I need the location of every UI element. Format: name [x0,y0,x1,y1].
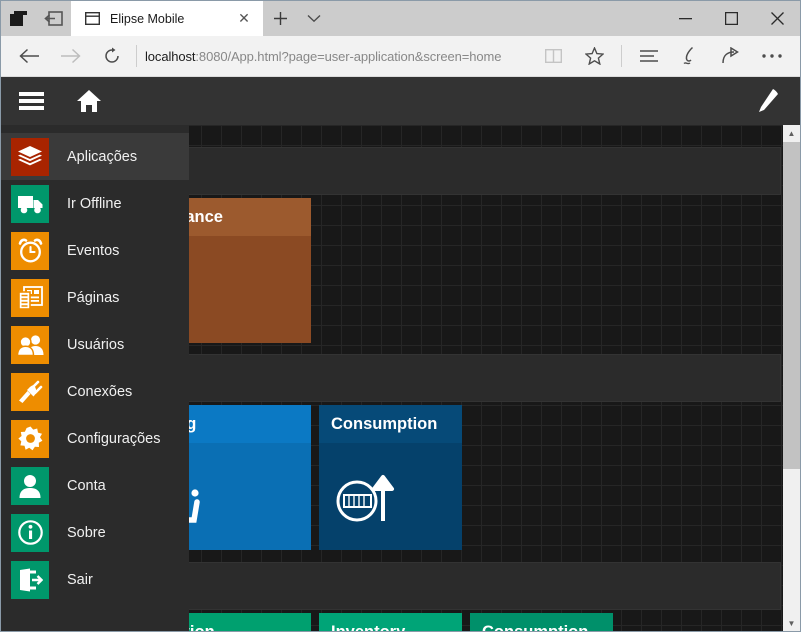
tile-header: Consumption [470,613,613,632]
scrollbar-thumb[interactable] [783,142,800,469]
tile-header: Inventory [319,613,462,632]
reading-view-icon[interactable] [533,36,574,77]
home-icon[interactable] [67,77,111,125]
tab-title: Elipse Mobile [110,11,185,26]
maximize-button[interactable] [708,1,754,36]
tile-title: Inventory [331,622,406,632]
star-icon[interactable] [574,36,615,77]
sidebar-item-configuracoes[interactable]: Configurações [1,415,189,462]
tile-title: Consumption [331,414,438,433]
url-host: localhost [145,48,196,64]
meter-arrow-up-icon [333,469,399,525]
tile-header: Consumption [319,405,462,443]
tile-consumption-green[interactable]: Consumption [470,613,613,632]
scrollbar-up-arrow[interactable]: ▲ [783,125,800,142]
tab-preview-icon[interactable] [1,1,36,36]
scrollbar-down-arrow[interactable]: ▼ [783,615,800,631]
logout-icon [11,560,49,599]
sidebar-item-ir-offline[interactable]: Ir Offline [1,180,189,227]
sidebar-item-eventos[interactable]: Eventos [1,227,189,274]
title-bar-drag-region [331,1,662,36]
sidebar-item-label: Sobre [67,524,106,541]
sidebar-item-label: Sair [67,571,93,588]
close-button[interactable] [754,1,800,36]
share-icon[interactable] [710,36,751,77]
sidebar-item-aplicacoes[interactable]: Aplicações [1,133,189,180]
url-text: localhost:8080/App.html?page=user-applic… [145,49,501,64]
truck-icon [11,184,49,223]
account-person-icon [11,466,49,505]
minimize-button[interactable] [662,1,708,36]
nav-actions [533,36,792,77]
vertical-scrollbar[interactable]: ▲ ▼ [783,125,800,631]
hub-icon[interactable] [628,36,669,77]
sidebar-item-usuarios[interactable]: Usuários [1,321,189,368]
hamburger-menu-icon[interactable] [9,77,53,125]
plug-icon [11,372,49,411]
chevron-down-icon[interactable] [297,1,331,36]
sidebar-item-label: Ir Offline [67,195,122,212]
sidebar-item-paginas[interactable]: Páginas [1,274,189,321]
sidebar-item-conexoes[interactable]: Conexões [1,368,189,415]
app-side-menu: Aplicações Ir Offline Eventos Páginas Us… [1,125,189,631]
info-icon [11,513,49,552]
alarm-clock-icon [11,231,49,270]
sidebar-item-label: Conta [67,477,106,494]
web-app-viewport: Maintenance Prorating [1,77,800,632]
sidebar-item-conta[interactable]: Conta [1,462,189,509]
window-icon [85,12,100,25]
tile-body [319,443,462,550]
new-tab-button[interactable] [263,1,297,36]
nav-divider-2 [621,45,622,67]
sidebar-item-label: Configurações [67,430,161,447]
sidebar-item-label: Páginas [67,289,120,306]
make-a-note-icon[interactable] [669,36,710,77]
sidebar-item-label: Aplicações [67,148,138,165]
layers-icon [11,137,49,176]
browser-navigation-bar: localhost:8080/App.html?page=user-applic… [1,36,800,77]
browser-window: Elipse Mobile ✕ localhost:8080/App.html?… [0,0,801,632]
pages-icon [11,278,49,317]
set-tabs-aside-icon[interactable] [36,1,71,36]
browser-title-bar: Elipse Mobile ✕ [1,1,800,36]
back-arrow-icon[interactable] [9,36,50,77]
sidebar-item-label: Conexões [67,383,133,400]
nav-divider [136,45,137,67]
tab-close-button[interactable]: ✕ [231,6,257,32]
sidebar-item-label: Eventos [67,242,120,259]
tile-inventory[interactable]: Inventory [319,613,462,632]
sidebar-item-label: Usuários [67,336,125,353]
forward-arrow-icon[interactable] [50,36,91,77]
pencil-edit-icon[interactable] [746,77,790,125]
app-header [1,77,800,125]
users-icon [11,325,49,364]
refresh-icon[interactable] [91,36,132,77]
browser-tab[interactable]: Elipse Mobile ✕ [71,1,263,36]
address-bar[interactable]: localhost:8080/App.html?page=user-applic… [145,36,533,77]
sidebar-item-sobre[interactable]: Sobre [1,509,189,556]
tile-title: Consumption [482,622,589,632]
tile-consumption-blue[interactable]: Consumption [319,405,462,550]
sidebar-item-sair[interactable]: Sair [1,556,189,603]
more-icon[interactable] [751,36,792,77]
url-path: :8080/App.html?page=user-application&scr… [195,48,502,64]
gear-icon [11,419,49,458]
